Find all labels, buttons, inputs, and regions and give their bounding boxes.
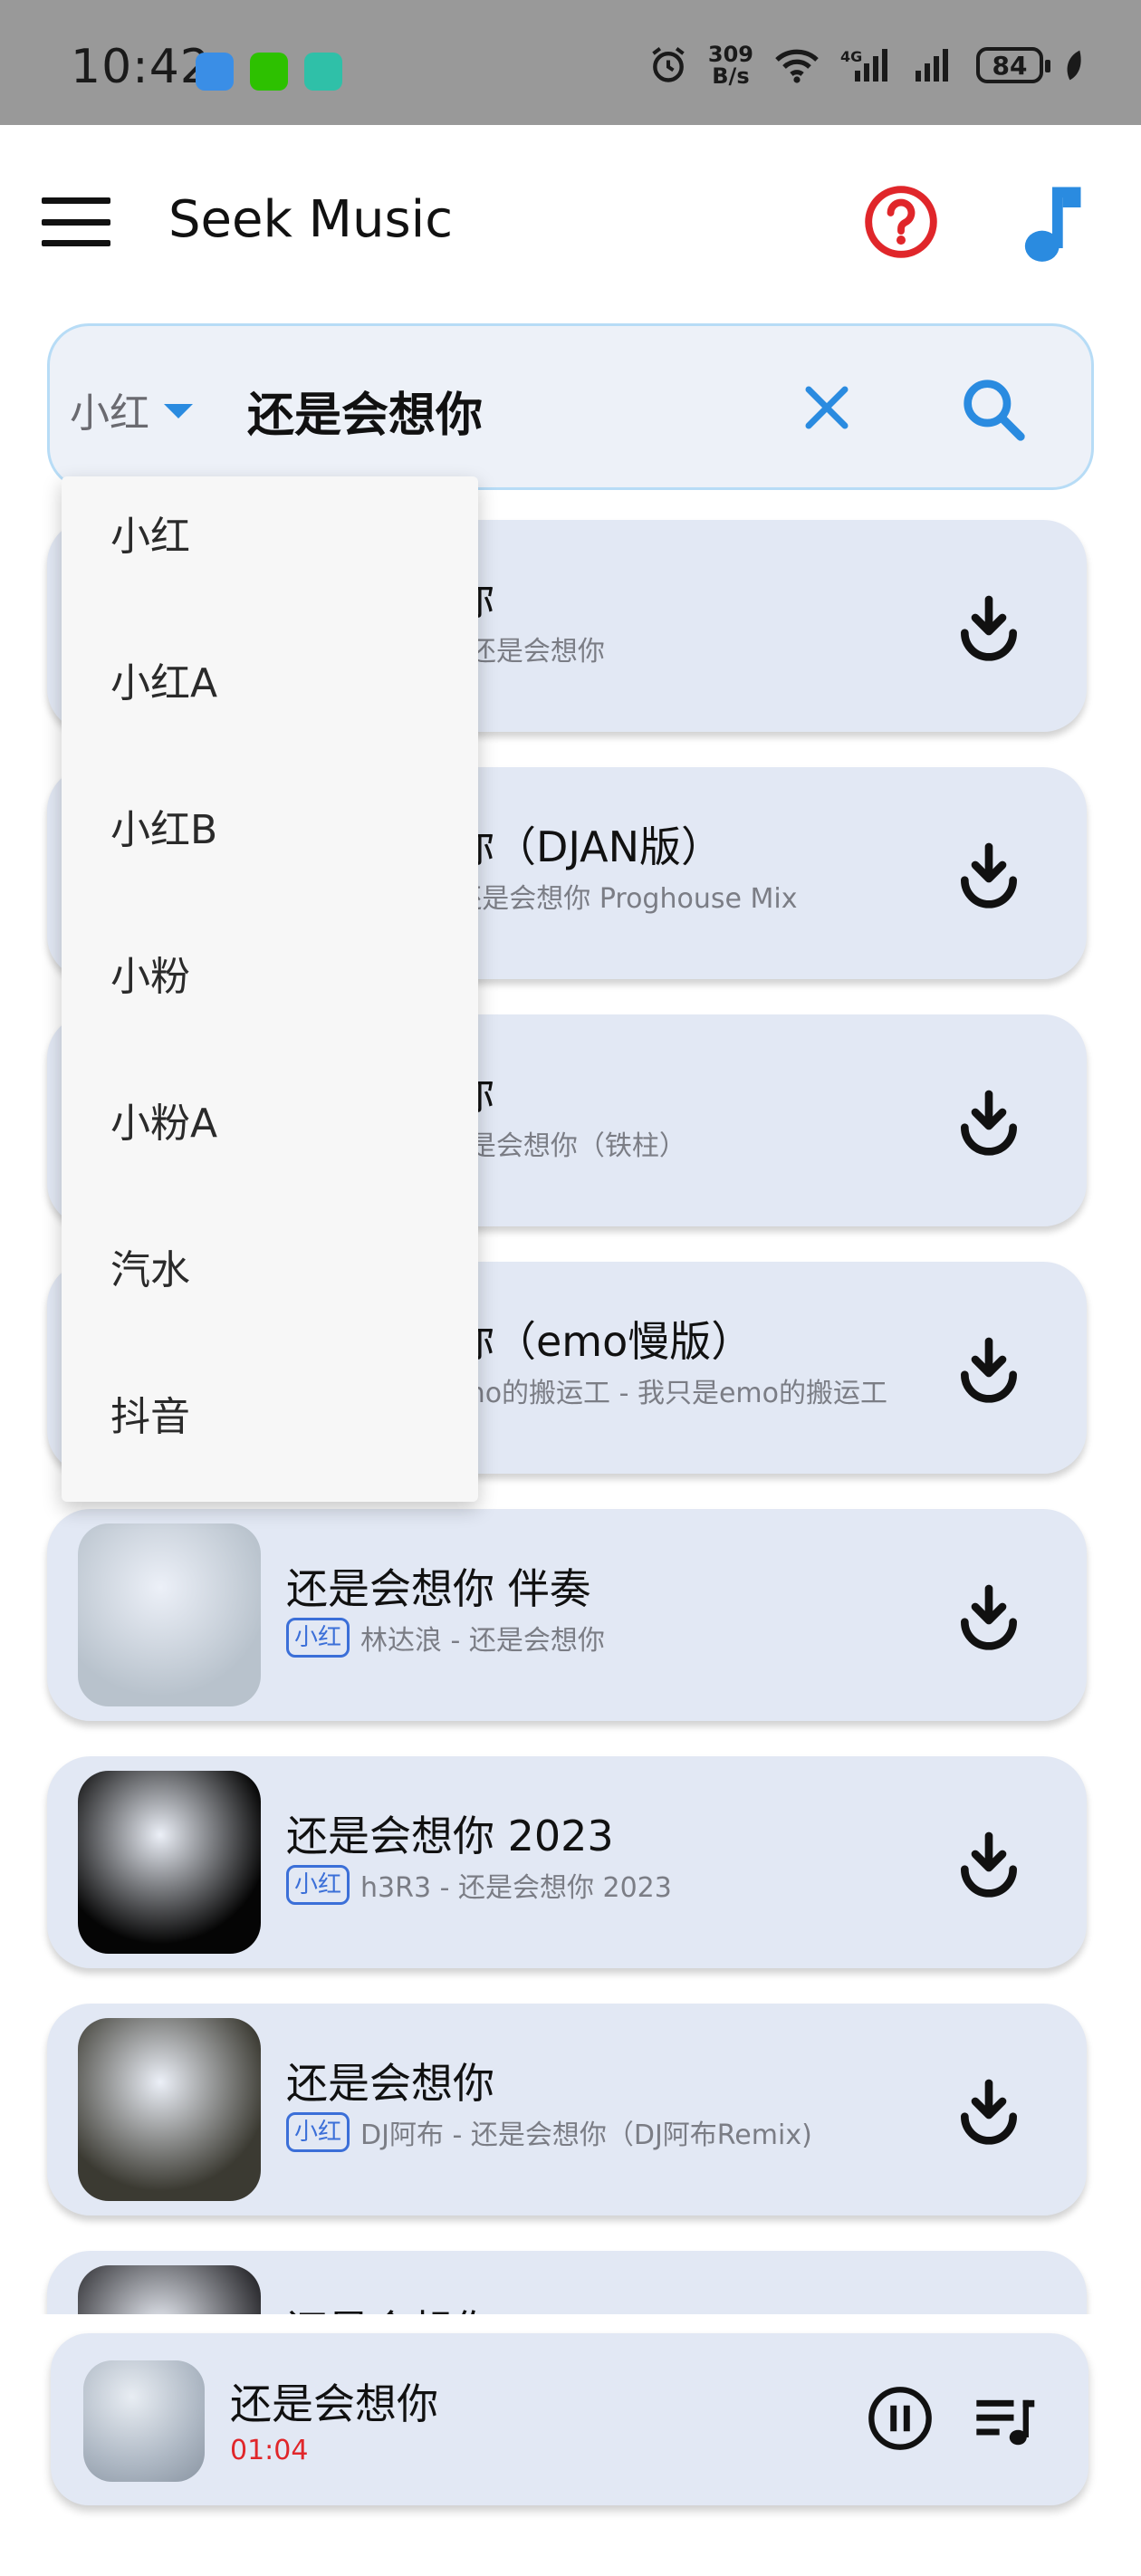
signal-icon bbox=[916, 49, 948, 82]
search-bar: 小红 还是会想你 bbox=[47, 323, 1094, 490]
result-card[interactable]: 还是会想你 2023 小红 h3R3 - 还是会想你 2023 bbox=[47, 1756, 1087, 1968]
result-title: 还是会想你 2023 bbox=[286, 1812, 614, 1860]
result-title: 还是会想你 伴奏 bbox=[286, 1564, 591, 1613]
album-art bbox=[78, 1771, 261, 1954]
result-title: 还是会想你 bbox=[286, 2298, 494, 2314]
status-bar: 10:42 309 B/s 4G 84 bbox=[0, 0, 1141, 125]
dropdown-option[interactable]: 小红 bbox=[110, 504, 190, 562]
download-icon[interactable] bbox=[953, 2074, 1025, 2147]
result-artist: h3R3 - 还是会想你 2023 bbox=[360, 1872, 672, 1904]
pause-icon[interactable] bbox=[866, 2384, 935, 2453]
wifi-icon bbox=[775, 49, 819, 83]
album-art bbox=[78, 2265, 261, 2314]
menu-icon[interactable] bbox=[42, 197, 110, 246]
search-icon[interactable] bbox=[957, 373, 1030, 446]
mini-player[interactable]: 还是会想你 01:04 bbox=[51, 2333, 1088, 2505]
result-title: 还是会想你 bbox=[286, 2059, 494, 2108]
shield-app-icon bbox=[304, 53, 342, 91]
download-icon[interactable] bbox=[953, 1332, 1025, 1405]
player-title: 还是会想你 bbox=[230, 2379, 438, 2428]
result-subtitle-row: 小红林达浪 - 还是会想你 bbox=[286, 1618, 605, 1658]
result-card[interactable]: 还是会想你 bbox=[47, 2251, 1087, 2314]
result-card[interactable]: 还是会想你 伴奏小红 林达浪 - 还是会想你 bbox=[47, 1509, 1087, 1721]
network-speed: 309 B/s bbox=[707, 42, 753, 89]
dropdown-option[interactable]: 汽水 bbox=[110, 1237, 190, 1295]
result-subtitle-row: 小红 DJ阿布 - 还是会想你（DJ阿布Remix) bbox=[286, 2112, 812, 2152]
dropdown-option[interactable]: 抖音 bbox=[110, 1384, 190, 1442]
cloud-app-icon bbox=[196, 53, 234, 91]
signal-4g-icon: 4G bbox=[840, 48, 887, 82]
download-icon[interactable] bbox=[953, 1580, 1025, 1652]
search-input[interactable]: 还是会想你 bbox=[247, 377, 483, 445]
source-select-value: 小红 bbox=[70, 390, 149, 437]
source-dropdown-menu: 小红小红A 小红B 小粉小粉A 汽水抖音 bbox=[62, 476, 478, 1502]
music-note-icon[interactable] bbox=[1020, 183, 1085, 264]
clear-icon[interactable] bbox=[800, 380, 854, 435]
album-art bbox=[78, 1523, 261, 1706]
battery-indicator: 84 bbox=[976, 47, 1050, 83]
result-artist: DJ阿布 - 还是会想你（DJ阿布Remix) bbox=[360, 2119, 812, 2151]
queue-music-icon[interactable] bbox=[971, 2386, 1040, 2455]
dropdown-option[interactable]: 小粉A bbox=[110, 1091, 217, 1149]
download-icon[interactable] bbox=[953, 591, 1025, 663]
help-icon[interactable] bbox=[862, 183, 940, 261]
status-time: 10:42 bbox=[71, 40, 211, 94]
download-icon[interactable] bbox=[953, 838, 1025, 910]
wechat-app-icon bbox=[250, 53, 288, 91]
dropdown-option[interactable]: 小粉 bbox=[110, 944, 190, 1002]
svg-text:4G: 4G bbox=[840, 48, 862, 65]
source-badge: 小红 bbox=[286, 2112, 350, 2152]
download-icon[interactable] bbox=[953, 1085, 1025, 1158]
player-album-art bbox=[83, 2360, 205, 2482]
player-time: 01:04 bbox=[230, 2435, 309, 2466]
dropdown-option[interactable]: 小红B bbox=[110, 797, 217, 855]
source-badge: 小红 bbox=[286, 1618, 350, 1658]
source-select[interactable]: 小红 bbox=[70, 380, 193, 438]
app-bar: Seek Music bbox=[0, 125, 1141, 315]
app-title: Seek Music bbox=[168, 190, 454, 249]
album-art bbox=[78, 2018, 261, 2201]
caret-down-icon bbox=[164, 404, 193, 418]
download-icon[interactable] bbox=[953, 1827, 1025, 1899]
result-artist: 林达浪 - 还是会想你 bbox=[360, 1625, 605, 1657]
alarm-icon bbox=[652, 47, 685, 82]
status-indicators: 309 B/s 4G 84 bbox=[648, 43, 1083, 87]
source-badge: 小红 bbox=[286, 1865, 350, 1905]
leaf-icon bbox=[1067, 50, 1081, 81]
result-subtitle-row: 小红 h3R3 - 还是会想你 2023 bbox=[286, 1865, 672, 1905]
result-card[interactable]: 还是会想你 小红 DJ阿布 - 还是会想你（DJ阿布Remix) bbox=[47, 2004, 1087, 2216]
dropdown-option[interactable]: 小红A bbox=[110, 650, 217, 708]
